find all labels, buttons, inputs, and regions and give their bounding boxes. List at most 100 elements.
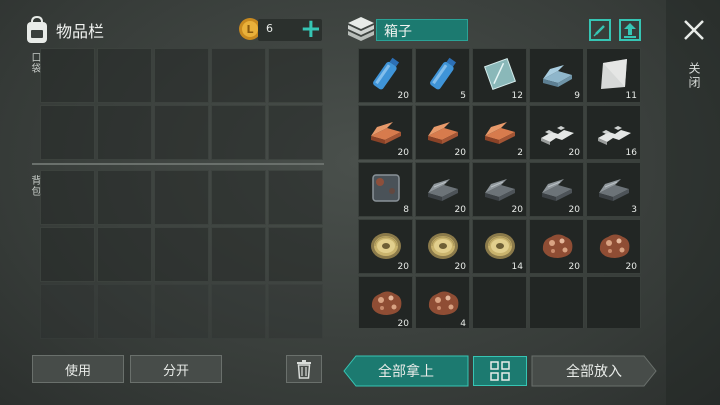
pocket-slot[interactable] [40,48,95,103]
backpack-slot[interactable] [40,170,95,225]
svg-text:L: L [246,23,253,36]
backpack-slot[interactable] [97,170,152,225]
item-quantity: 20 [625,262,637,272]
copper-ingot-icon [485,122,515,144]
item-quantity: 9 [574,91,580,101]
backpack-icon [27,15,47,43]
backpack-slot[interactable] [211,227,266,282]
box-slot[interactable]: 20 [415,219,470,274]
box-slot[interactable]: 20 [472,162,527,217]
section-divider [32,163,324,165]
pocket-slot[interactable] [268,48,323,103]
inventory-header: 物品栏 [24,14,104,46]
box-grid: 20 5 12 9 11 20 20 2 20 16 8 20 20 20 3 20 20 14 20 20 20 4 [358,48,642,328]
box-slot[interactable]: 3 [586,162,641,217]
item-quantity: 20 [397,262,409,272]
box-slot[interactable]: 20 [415,162,470,217]
backpack-slot[interactable] [268,227,323,282]
backpack-slot-locked [211,284,266,339]
box-slot[interactable]: 20 [415,105,470,160]
box-slot[interactable]: 12 [472,48,527,103]
pocket-slot[interactable] [97,48,152,103]
box-slot[interactable]: 5 [415,48,470,103]
item-quantity: 20 [511,205,523,215]
pocket-grid [40,48,323,160]
backpack-slot[interactable] [154,227,209,282]
item-quantity: 20 [454,262,466,272]
close-icon[interactable] [682,18,706,42]
box-slot[interactable]: 16 [586,105,641,160]
pocket-slot[interactable] [154,105,209,160]
backpack-slot[interactable] [211,170,266,225]
take-all-label-wrap: 全部拿上 [344,356,468,386]
box-slot-empty[interactable] [472,276,527,328]
iron-ingot-icon [428,179,458,201]
item-quantity: 14 [511,262,523,272]
box-slot[interactable]: 20 [358,219,413,274]
pocket-slot[interactable] [97,105,152,160]
close-label: 关闭 [687,62,701,90]
backpack-slot-locked [154,284,209,339]
item-quantity: 20 [568,262,580,272]
trash-button[interactable] [286,355,322,383]
box-slot[interactable]: 20 [586,219,641,274]
backpack-slot[interactable] [40,227,95,282]
item-quantity: 11 [625,91,637,101]
sort-button[interactable] [473,356,527,386]
box-icon [348,17,374,41]
box-slot[interactable]: 20 [358,276,413,328]
backpack-slot[interactable] [154,170,209,225]
box-slot[interactable]: 20 [529,105,584,160]
box-slot[interactable]: 11 [586,48,641,103]
item-quantity: 20 [454,148,466,158]
copper-ingot-icon [371,122,401,144]
pocket-slot[interactable] [154,48,209,103]
copper-ore-icon [371,291,402,315]
put-all-label-wrap: 全部放入 [532,356,656,386]
box-slot[interactable]: 20 [529,219,584,274]
box-slot-empty[interactable] [586,276,641,328]
box-slot[interactable]: 2 [472,105,527,160]
box-slot[interactable]: 14 [472,219,527,274]
box-slot[interactable]: 20 [358,48,413,103]
item-quantity: 8 [403,205,409,215]
metal-sheet-icon [601,59,627,89]
backpack-grid [40,170,323,339]
box-slot-empty[interactable] [529,276,584,328]
box-slot[interactable]: 4 [415,276,470,328]
coin-count: 6 [266,22,273,35]
item-quantity: 20 [397,319,409,328]
copper-ore-icon [542,234,573,258]
item-quantity: 12 [511,91,523,101]
use-button[interactable]: 使用 [32,355,124,383]
aluminum-bar-icon [598,126,631,145]
box-slot[interactable]: 20 [529,162,584,217]
copper-ore-icon [599,234,630,258]
backpack-slot-locked [268,284,323,339]
backpack-slot[interactable] [97,227,152,282]
backpack-slot[interactable] [268,170,323,225]
upload-icon[interactable] [618,18,642,42]
pocket-slot[interactable] [211,48,266,103]
box-slot[interactable]: 20 [358,105,413,160]
box-slot[interactable]: 8 [358,162,413,217]
metal-plate-icon [372,174,400,202]
water-bottle-icon [430,57,457,90]
water-bottle-icon [373,57,400,90]
split-button[interactable]: 分开 [130,355,222,383]
backpack-slot-locked [97,284,152,339]
close-panel[interactable] [666,0,720,405]
item-quantity: 20 [568,148,580,158]
add-coins-button[interactable]: + [300,14,322,44]
box-slot[interactable]: 9 [529,48,584,103]
pocket-slot[interactable] [268,105,323,160]
item-quantity: 20 [568,205,580,215]
iron-ingot-icon [542,179,572,201]
pocket-slot[interactable] [40,105,95,160]
take-all-label: 全部拿上 [378,364,434,380]
rename-icon[interactable] [588,18,612,42]
put-all-label: 全部放入 [566,364,622,380]
item-quantity: 5 [460,91,466,101]
item-quantity: 20 [397,91,409,101]
pocket-slot[interactable] [211,105,266,160]
